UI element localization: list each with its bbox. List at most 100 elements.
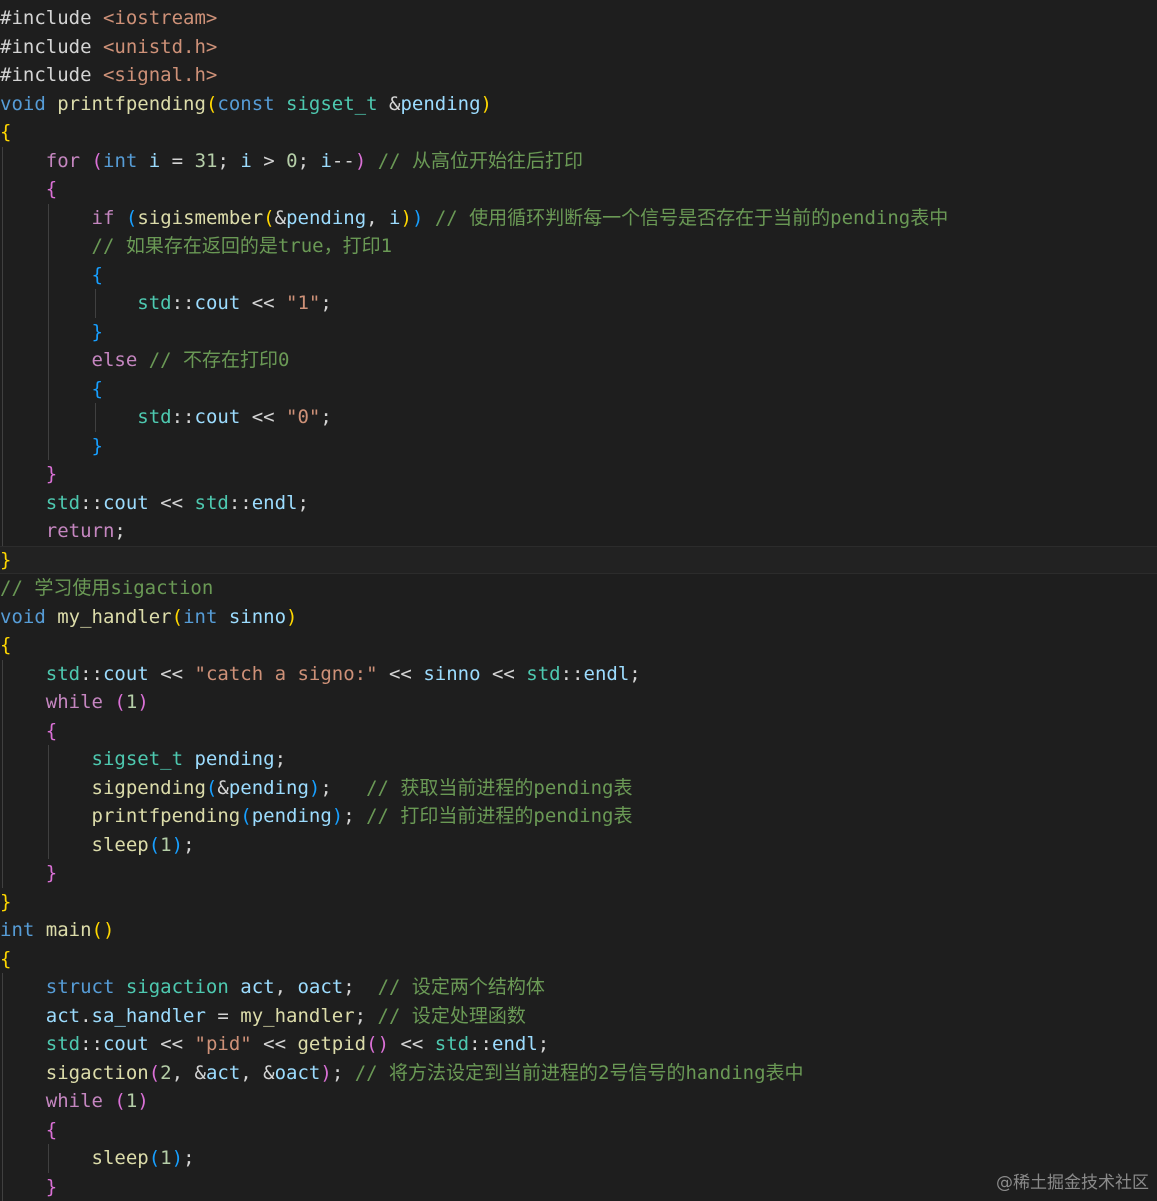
indent-guide xyxy=(48,289,50,318)
indent-guide xyxy=(2,317,3,346)
code-line[interactable]: int main() xyxy=(0,916,1157,945)
code-line[interactable]: return; xyxy=(0,517,1157,546)
code-line[interactable]: std::cout << std::endl; xyxy=(0,488,1157,517)
indent-guide xyxy=(48,346,50,375)
code-line[interactable]: std::cout << "0"; xyxy=(0,403,1157,432)
code-line[interactable]: void my_handler(int sinno) xyxy=(0,603,1157,632)
code-line[interactable]: for (int i = 31; i > 0; i--) // 从高位开始往后打… xyxy=(0,146,1157,175)
code-token-var: endl xyxy=(492,1033,538,1055)
code-line[interactable]: { xyxy=(0,374,1157,403)
code-token-plain: << xyxy=(240,292,287,314)
code-line[interactable]: } xyxy=(0,1172,1157,1201)
code-token-type: sigset_t xyxy=(286,92,378,115)
code-line[interactable]: std::cout << "pid" << getpid() << std::e… xyxy=(0,1030,1157,1059)
code-line[interactable]: if (sigismember(&pending, i)) // 使用循环判断每… xyxy=(0,203,1157,232)
code-line[interactable]: #include <unistd.h> xyxy=(0,33,1157,62)
code-token-ctrl: while xyxy=(45,1090,103,1112)
code-token-plain: , xyxy=(274,976,298,998)
code-line[interactable]: std::cout << "1"; xyxy=(0,289,1157,318)
code-line[interactable]: } xyxy=(0,460,1157,489)
code-line[interactable]: sigset_t pending; xyxy=(0,745,1157,774)
code-token-cmt: // 设定两个结构体 xyxy=(377,976,545,998)
code-line[interactable]: struct sigaction act, oact; // 设定两个结构体 xyxy=(0,973,1157,1002)
code-line[interactable]: sleep(1); xyxy=(0,1144,1157,1173)
code-token-b3: ( xyxy=(148,1147,161,1169)
code-token-plain: << xyxy=(148,1033,195,1055)
code-token-plain: ; xyxy=(537,1033,550,1055)
code-line[interactable]: sleep(1); xyxy=(0,830,1157,859)
code-token-b3: ( xyxy=(148,833,161,856)
code-token-var: i xyxy=(148,149,161,172)
code-token-fn: sleep xyxy=(91,833,149,856)
code-line[interactable]: } xyxy=(0,317,1157,346)
indent-guide xyxy=(2,260,3,289)
code-token-plain: -- xyxy=(331,149,355,172)
code-editor[interactable]: #include <iostream> #include <unistd.h> #i… xyxy=(0,4,1157,1201)
code-line[interactable]: { xyxy=(0,260,1157,289)
indent-guide xyxy=(2,232,3,261)
code-line[interactable]: { xyxy=(0,716,1157,745)
code-token-plain: :: xyxy=(228,491,252,514)
code-token-kw: struct xyxy=(45,976,115,998)
code-token-b2: } xyxy=(45,463,58,485)
code-line[interactable]: } xyxy=(0,431,1157,460)
code-line[interactable]: else // 不存在打印0 xyxy=(0,346,1157,375)
code-token-num: 2 xyxy=(160,1061,172,1084)
code-line[interactable]: while (1) xyxy=(0,1087,1157,1116)
code-line[interactable]: void printfpending(const sigset_t &pendi… xyxy=(0,90,1157,119)
indent-guide xyxy=(2,802,3,831)
code-token-str: "pid" xyxy=(194,1033,252,1055)
code-token-b2: ) xyxy=(137,691,149,713)
code-token-str: "catch a signo:" xyxy=(194,662,378,685)
code-token-b2: ) xyxy=(137,1090,149,1112)
code-line[interactable]: } xyxy=(0,888,1157,917)
code-token-var: pending xyxy=(251,805,332,827)
code-token-str: <signal.h> xyxy=(102,64,218,86)
code-line[interactable]: { xyxy=(0,945,1157,974)
code-line[interactable]: { xyxy=(0,631,1157,660)
code-token-plain: << xyxy=(251,1033,298,1055)
code-token-param: pending xyxy=(286,206,367,229)
watermark: @稀土掘金技术社区 xyxy=(996,1173,1149,1193)
code-line[interactable]: #include <iostream> xyxy=(0,4,1157,33)
code-line[interactable]: // 学习使用sigaction xyxy=(0,574,1157,603)
code-token-b3: ( xyxy=(240,805,252,827)
code-line[interactable]: sigpending(&pending); // 获取当前进程的pending表 xyxy=(0,773,1157,802)
code-token-plain: << xyxy=(148,662,195,685)
code-line[interactable]: while (1) xyxy=(0,688,1157,717)
code-line[interactable]: { xyxy=(0,118,1157,147)
code-token-b1: { xyxy=(0,634,12,656)
code-line[interactable]: std::cout << "catch a signo:" << sinno <… xyxy=(0,659,1157,688)
code-line[interactable]: } xyxy=(0,545,1157,574)
code-token-plain: :: xyxy=(80,491,103,514)
indent-guide xyxy=(2,431,3,460)
code-token-str: <iostream> xyxy=(102,7,218,29)
code-token-b1: ) xyxy=(480,92,492,115)
code-token-var: sa_handler xyxy=(91,1004,206,1027)
code-token-plain: ; xyxy=(354,1004,378,1027)
code-line[interactable]: // 如果存在返回的是true，打印1 xyxy=(0,232,1157,261)
indent-guide xyxy=(48,260,50,289)
indent-guide xyxy=(48,374,50,403)
code-line[interactable]: { xyxy=(0,1115,1157,1144)
code-token-var: cout xyxy=(194,292,241,314)
code-token-fn: printfpending xyxy=(91,805,241,827)
code-token-type: sigset_t xyxy=(91,748,184,770)
code-line[interactable]: printfpending(pending); // 打印当前进程的pendin… xyxy=(0,802,1157,831)
code-line[interactable]: { xyxy=(0,175,1157,204)
code-token-b2: ) xyxy=(320,1061,332,1084)
indent-guide xyxy=(2,1001,3,1030)
code-line[interactable]: #include <signal.h> xyxy=(0,61,1157,90)
code-line[interactable]: act.sa_handler = my_handler; // 设定处理函数 xyxy=(0,1001,1157,1030)
code-token-plain: :: xyxy=(80,662,103,685)
code-line[interactable]: } xyxy=(0,859,1157,888)
indent-guide xyxy=(48,431,50,460)
code-line[interactable]: sigaction(2, &act, &oact); // 将方法设定到当前进程… xyxy=(0,1058,1157,1087)
